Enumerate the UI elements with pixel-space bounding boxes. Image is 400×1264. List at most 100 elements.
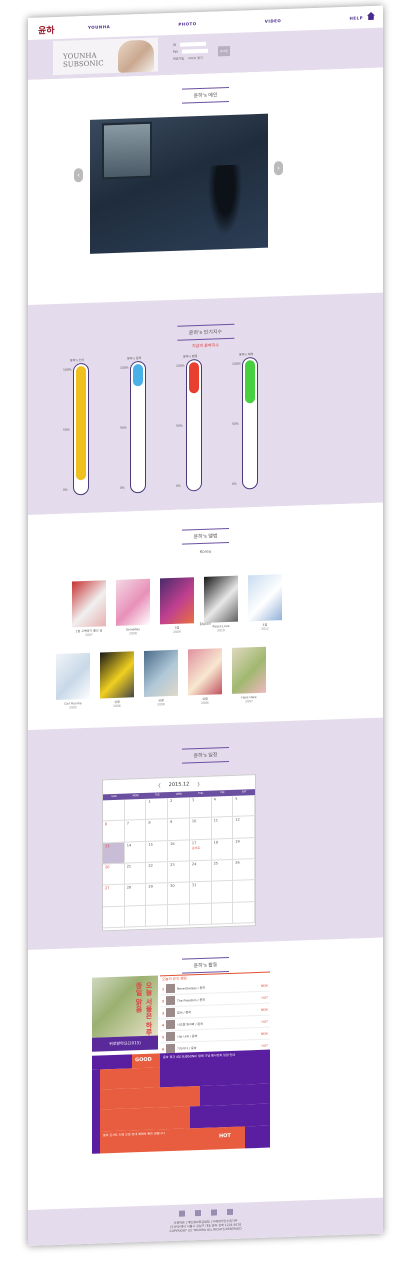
album-cover[interactable] [248, 574, 282, 622]
calendar-day[interactable]: 15 [146, 840, 169, 863]
slide-next-button[interactable]: › [274, 161, 283, 176]
banner-album: SUBSONIC [63, 59, 104, 69]
facebook-icon[interactable] [178, 1210, 185, 1217]
album-item[interactable]: 4집 2012 [248, 574, 282, 631]
calendar-day[interactable]: 9 [168, 818, 190, 841]
calendar-prev-button[interactable]: 〈 [156, 782, 161, 789]
nav-younha[interactable]: YOUNHA [88, 24, 110, 30]
calendar-day[interactable]: 20 [103, 863, 125, 886]
good-notice[interactable]: 윤하 정규 4집 SUBSONIC 발매 기념 팬사인회 일정 안내 [160, 1049, 270, 1088]
nav-help[interactable]: HELP [349, 15, 363, 20]
calendar-day[interactable]: 22 [146, 862, 169, 885]
calendar-day[interactable]: 14 [124, 841, 147, 864]
calendar-day[interactable]: 4 [211, 795, 234, 818]
album-cover[interactable] [72, 580, 106, 628]
calendar-empty-cell [103, 799, 125, 822]
nav-photo[interactable]: PHOTO [178, 21, 196, 27]
calendar-day[interactable]: 1 [146, 798, 169, 821]
hero-section: 윤하's 메인 ‹ › [28, 67, 383, 306]
calendar-day[interactable]: 19 [233, 837, 255, 860]
hot-badge[interactable]: HOT [215, 1126, 245, 1150]
album-item[interactable]: 싱글 2006 [188, 648, 222, 705]
instagram-icon[interactable] [194, 1209, 201, 1217]
calendar-day[interactable]: 7 [124, 820, 147, 843]
activity-photo[interactable]: 오늘 서울은 하루종일 맑음 [92, 975, 158, 1038]
album-cover[interactable] [116, 578, 150, 626]
twitter-icon[interactable] [210, 1209, 217, 1216]
calendar-day[interactable]: 3 [189, 796, 212, 819]
chart-thumbnail [166, 1031, 175, 1042]
calendar-day[interactable]: 17 콘서트 [189, 839, 212, 862]
album-item[interactable]: 싱글 2006 [100, 651, 134, 708]
thermo-tick: 100% [120, 365, 129, 370]
album-cover[interactable] [160, 577, 194, 625]
login-button[interactable]: 로그인 [218, 45, 230, 57]
calendar-day[interactable]: 26 [233, 859, 255, 882]
find-id-link[interactable]: 아이디 찾기 [188, 55, 203, 60]
pw-input[interactable] [181, 48, 208, 54]
calendar-day[interactable]: 21 [124, 862, 147, 885]
calendar-empty-cell [103, 906, 125, 929]
calendar-event[interactable]: 콘서트 [192, 846, 200, 850]
music-chart: 오늘의 뮤직 랭킹 1 Nevertheless / 윤하 NEW 2 The Free… [160, 971, 270, 1056]
thermo-tick: 0% [232, 481, 237, 486]
youtube-icon[interactable] [226, 1208, 233, 1216]
thermometer [186, 358, 202, 492]
thermo-fill [133, 363, 143, 387]
artist-photo [118, 39, 154, 73]
calendar-empty-cell [146, 904, 169, 927]
album-item[interactable]: Go! Younha 2005 [56, 652, 90, 710]
album-cover[interactable] [232, 646, 266, 694]
calendar-day[interactable]: 2 [168, 797, 190, 820]
calendar-day[interactable]: 31 [189, 881, 212, 905]
album-cover[interactable] [188, 648, 222, 696]
album-cover[interactable] [100, 651, 134, 699]
album-item[interactable]: 1집 고백하기 좋은 날 2007 [72, 580, 106, 637]
album-item[interactable]: 3집 2009 [160, 577, 194, 634]
album-item[interactable]: Someday 2008 [116, 578, 150, 636]
album-item[interactable]: 싱글 2006 [144, 649, 178, 707]
calendar-empty-cell [211, 902, 234, 925]
home-icon[interactable] [367, 12, 375, 20]
calendar-day[interactable]: 27 [103, 884, 125, 908]
calendar: 〈 2015.12 〉 SUN MON TUE WED THU FRI SAT 123456… [102, 774, 256, 932]
album-item[interactable]: Hare Hare 2007 [232, 646, 266, 704]
calendar-day[interactable]: 18 [211, 838, 234, 861]
calendar-day[interactable]: 23 [168, 861, 190, 884]
good-badge[interactable]: GOOD [132, 1053, 160, 1069]
album-cover[interactable] [204, 575, 238, 623]
calendar-day[interactable]: 28 [124, 884, 147, 907]
calendar-day[interactable]: 24 [189, 860, 212, 883]
logo[interactable]: 윤하 [38, 23, 60, 40]
slide-prev-button[interactable]: ‹ [74, 168, 83, 183]
hot-notice[interactable]: 윤하 콘서트 티켓 오픈 안내 예매처 확인 바랍니다 [100, 1127, 215, 1154]
calendar-day[interactable]: 12 [233, 816, 255, 839]
calendar-day[interactable]: 13 [103, 842, 125, 865]
thermo-label: 윤하's 음악 [127, 356, 142, 361]
calendar-day[interactable]: 25 [211, 859, 234, 882]
album-year: 2006 [157, 702, 165, 707]
thermo-fill [245, 360, 255, 404]
photo-caption[interactable]: 위로받아요(2015) [92, 1035, 158, 1052]
album-year: 2007 [245, 699, 253, 704]
signup-link[interactable]: 회원가입 [173, 56, 184, 60]
album-cover[interactable] [56, 652, 90, 701]
calendar-day[interactable]: 8 [146, 819, 169, 842]
calendar-day[interactable]: 16 [168, 840, 190, 863]
album-item[interactable]: Peace Love 2010 [204, 575, 238, 633]
block-purple-3 [200, 1083, 270, 1106]
calendar-empty-cell [233, 880, 255, 903]
chart-song: The Freedom / 윤하 [177, 997, 205, 1003]
calendar-day[interactable]: 5 [233, 795, 255, 818]
calendar-day[interactable]: 11 [211, 817, 234, 840]
id-input[interactable] [180, 41, 207, 47]
album-cover[interactable] [144, 649, 178, 697]
calendar-day[interactable]: 10 [189, 817, 212, 841]
calendar-day[interactable]: 29 [146, 883, 169, 906]
nav-video[interactable]: VIDEO [265, 18, 282, 24]
calendar-day[interactable]: 30 [168, 882, 190, 905]
calendar-day[interactable]: 6 [103, 820, 125, 844]
thermo-label: 윤하's 인기 [70, 358, 85, 363]
album-year: 2006 [201, 700, 209, 705]
calendar-next-button[interactable]: 〉 [197, 780, 202, 787]
